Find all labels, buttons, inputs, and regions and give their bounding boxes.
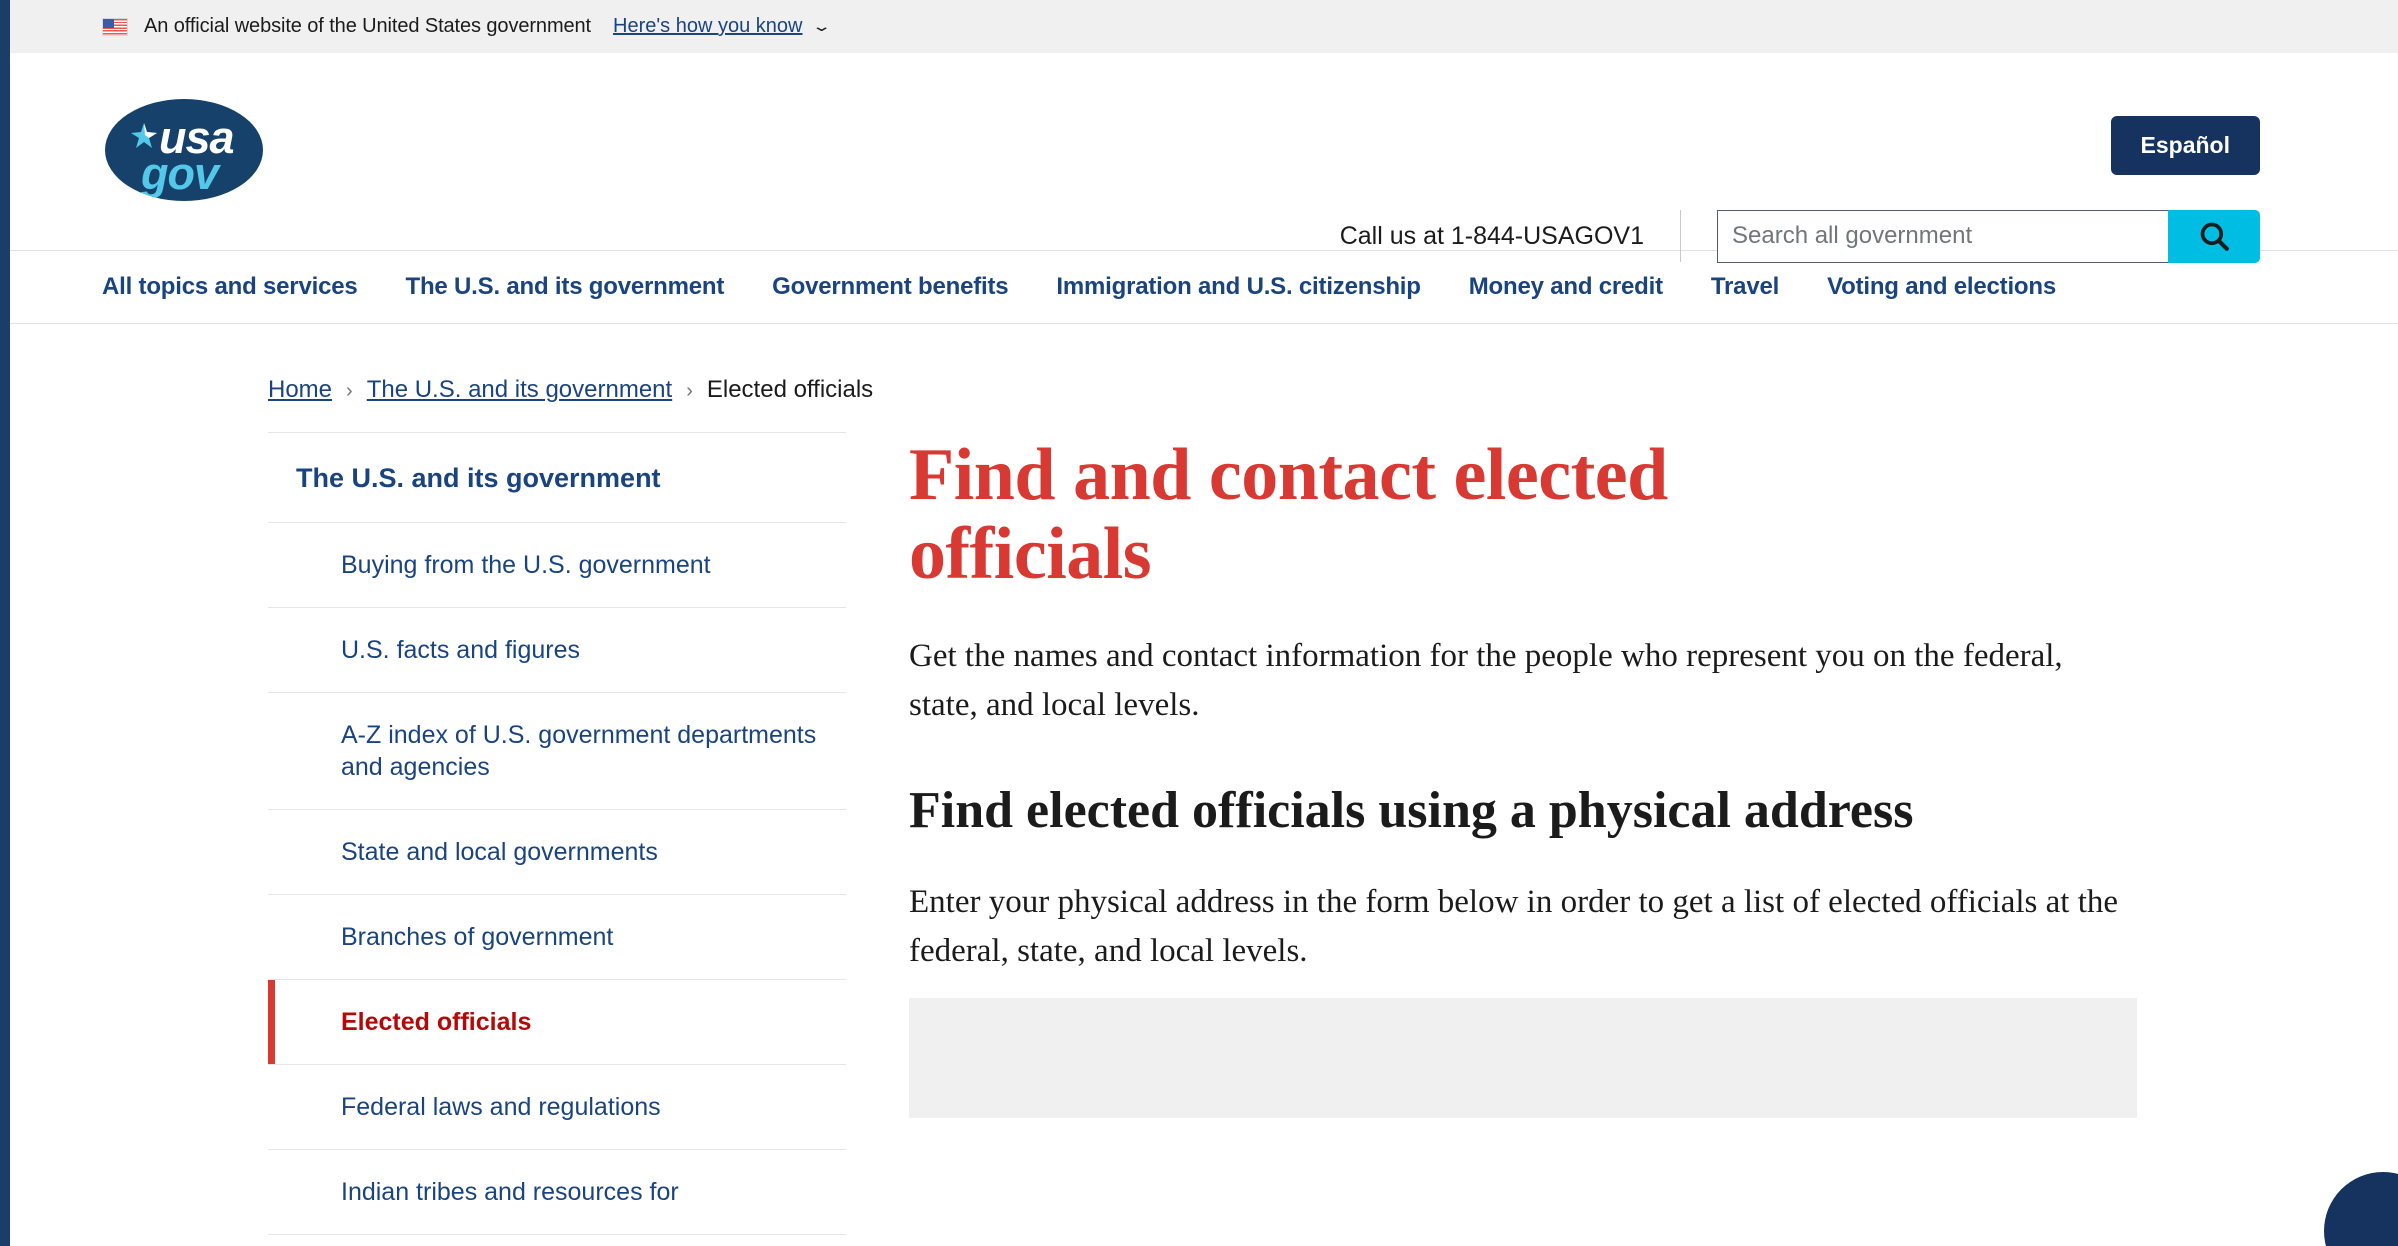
content-area: The U.S. and its government Buying from … [10,404,2398,1235]
header-tools: Call us at 1-844-USAGOV1 [1340,208,2260,264]
heres-how-you-know-link[interactable]: Here's how you know [613,15,802,38]
section-heading: Find elected officials using a physical … [909,782,1914,839]
breadcrumb-separator-icon: › [346,380,353,402]
address-form-panel[interactable] [909,997,2137,1118]
search-button[interactable] [2168,209,2260,263]
page-root: An official website of the United States… [10,0,2398,1246]
nav-item-benefits[interactable]: Government benefits [772,273,1008,301]
side-navigation: The U.S. and its government Buying from … [268,432,846,1235]
chevron-down-icon[interactable]: ⌄ [812,18,832,35]
side-nav-heading[interactable]: The U.S. and its government [268,433,846,523]
nav-item-voting[interactable]: Voting and elections [1827,273,2056,301]
nav-item-all-topics[interactable]: All topics and services [102,273,358,301]
sidebar-item-facts-and-figures[interactable]: U.S. facts and figures [268,608,846,693]
page-lede: Get the names and contact information fo… [909,638,2063,724]
sidebar-item-federal-laws[interactable]: Federal laws and regulations [268,1065,846,1150]
gov-banner-text: An official website of the United States… [144,15,592,37]
sidebar-item-state-local-governments[interactable]: State and local governments [268,810,846,895]
sidebar-item-elected-officials[interactable]: Elected officials [268,980,846,1065]
gov-banner: An official website of the United States… [10,0,2398,53]
espanol-button[interactable]: Español [2110,116,2260,175]
breadcrumb-item-home[interactable]: Home [268,376,332,404]
page-title: Find and contact elected officials [909,434,1668,596]
star-icon [129,121,159,151]
call-us-text: Call us at 1-844-USAGOV1 [1340,210,1681,262]
nav-item-money-credit[interactable]: Money and credit [1469,273,1663,301]
sidebar-item-a-z-index[interactable]: A-Z index of U.S. government departments… [268,693,846,810]
breadcrumb-item-elected-officials: Elected officials [706,376,874,403]
usagov-logo[interactable]: usa gov [105,99,263,201]
nav-item-us-government[interactable]: The U.S. and its government [406,273,725,301]
breadcrumb-separator-icon: › [686,380,693,402]
breadcrumb-item-us-government[interactable]: The U.S. and its government [367,376,672,404]
nav-item-immigration[interactable]: Immigration and U.S. citizenship [1056,273,1421,301]
search-icon [2197,219,2231,253]
nav-item-travel[interactable]: Travel [1711,273,1779,301]
sidebar-item-branches-of-government[interactable]: Branches of government [268,895,846,980]
browser-edge-stripe [0,0,10,1246]
logo-text-gov: gov [141,148,219,199]
search-input[interactable] [1717,209,2168,263]
us-flag-icon [102,17,128,36]
site-header: usa gov Español Call us at 1-844-USAGOV1 [10,53,2398,263]
main-column: Find and contact elected officials Get t… [846,432,2336,1235]
sidebar-item-buying-from-government[interactable]: Buying from the U.S. government [268,523,846,608]
section-body-text: Enter your physical address in the form … [909,884,2119,970]
sidebar-item-indian-tribes[interactable]: Indian tribes and resources for [268,1150,846,1235]
search-form [1717,209,2260,263]
breadcrumb: Home › The U.S. and its government › Ele… [10,324,2398,404]
